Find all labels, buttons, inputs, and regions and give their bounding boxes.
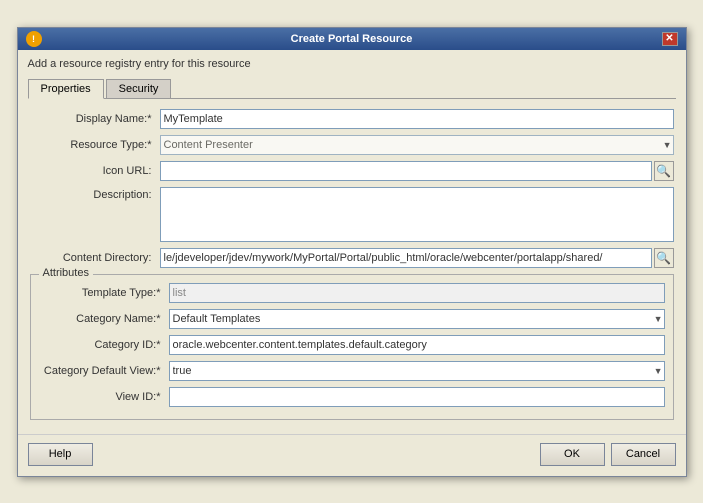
content-directory-wrap: 🔍 xyxy=(160,248,674,268)
icon-url-wrap: 🔍 xyxy=(160,161,674,181)
content-directory-input[interactable] xyxy=(160,248,652,268)
category-id-row: Category ID:* xyxy=(39,335,665,355)
view-id-row: View ID:* xyxy=(39,387,665,407)
attributes-legend: Attributes xyxy=(39,267,93,279)
content-directory-browse-button[interactable]: 🔍 xyxy=(654,248,674,268)
dialog-title: Create Portal Resource xyxy=(42,33,662,45)
view-id-input[interactable] xyxy=(169,387,665,407)
footer-right: OK Cancel xyxy=(540,443,676,466)
description-row: Description: xyxy=(30,187,674,242)
dialog-icon: ! xyxy=(26,31,42,47)
dialog-body: Add a resource registry entry for this r… xyxy=(18,50,686,428)
category-name-label: Category Name:* xyxy=(39,313,169,325)
dialog-subtitle: Add a resource registry entry for this r… xyxy=(28,58,676,70)
content-directory-label: Content Directory: xyxy=(30,252,160,264)
display-name-label: Display Name:* xyxy=(30,113,160,125)
tab-bar: Properties Security xyxy=(28,78,676,99)
display-name-row: Display Name:* xyxy=(30,109,674,129)
display-name-input[interactable] xyxy=(160,109,674,129)
category-id-input[interactable] xyxy=(169,335,665,355)
close-button[interactable]: ✕ xyxy=(662,32,678,46)
category-default-view-wrap: true false ▼ xyxy=(169,361,665,381)
category-default-view-select[interactable]: true false xyxy=(169,361,665,381)
category-name-wrap: Default Templates ▼ xyxy=(169,309,665,329)
description-label: Description: xyxy=(30,187,160,201)
resource-type-label: Resource Type:* xyxy=(30,139,160,151)
category-name-row: Category Name:* Default Templates ▼ xyxy=(39,309,665,329)
properties-form: Display Name:* Resource Type:* Content P… xyxy=(28,109,676,420)
category-id-label: Category ID:* xyxy=(39,339,169,351)
category-default-view-row: Category Default View:* true false ▼ xyxy=(39,361,665,381)
title-bar: ! Create Portal Resource ✕ xyxy=(18,28,686,50)
template-type-row: Template Type:* xyxy=(39,283,665,303)
icon-url-browse-button[interactable]: 🔍 xyxy=(654,161,674,181)
content-directory-row: Content Directory: 🔍 xyxy=(30,248,674,268)
tab-security[interactable]: Security xyxy=(106,79,172,99)
help-button[interactable]: Help xyxy=(28,443,93,466)
template-type-input xyxy=(169,283,665,303)
ok-button[interactable]: OK xyxy=(540,443,605,466)
category-name-select[interactable]: Default Templates xyxy=(169,309,665,329)
category-default-view-label: Category Default View:* xyxy=(39,365,169,377)
dialog-footer: Help OK Cancel xyxy=(18,434,686,476)
cancel-button[interactable]: Cancel xyxy=(611,443,676,466)
icon-url-row: Icon URL: 🔍 xyxy=(30,161,674,181)
resource-type-wrap: Content Presenter ▼ xyxy=(160,135,674,155)
tab-properties[interactable]: Properties xyxy=(28,79,104,99)
icon-url-label: Icon URL: xyxy=(30,165,160,177)
icon-url-input[interactable] xyxy=(160,161,652,181)
view-id-label: View ID:* xyxy=(39,391,169,403)
attributes-section: Attributes Template Type:* Category Name… xyxy=(30,274,674,420)
create-portal-resource-dialog: ! Create Portal Resource ✕ Add a resourc… xyxy=(17,27,687,477)
template-type-label: Template Type:* xyxy=(39,287,169,299)
resource-type-row: Resource Type:* Content Presenter ▼ xyxy=(30,135,674,155)
description-input[interactable] xyxy=(160,187,674,242)
resource-type-select[interactable]: Content Presenter xyxy=(160,135,674,155)
